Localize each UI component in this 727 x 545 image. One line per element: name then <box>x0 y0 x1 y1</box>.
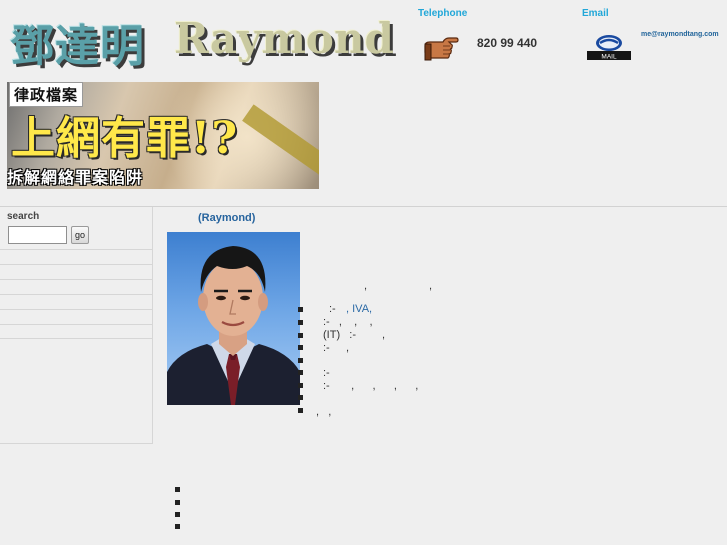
search-go-button[interactable]: go <box>71 226 89 244</box>
phone-number[interactable]: 820 99 440 <box>477 36 537 50</box>
bio-fragment: :- , , , <box>323 316 373 328</box>
profile-title: (Raymond) <box>198 212 256 224</box>
bio-fragment: , <box>429 280 433 292</box>
site-logo[interactable]: 鄧達明 Raymond <box>10 10 394 72</box>
email-address-link[interactable]: me@raymondtang.com <box>641 31 719 38</box>
sidebar-divider <box>0 264 152 265</box>
banner-bottom-caption: 拆解網絡罪案陷阱 <box>7 168 144 187</box>
list-bullet <box>298 345 303 350</box>
banner-headline: 上網有罪!? <box>11 113 239 164</box>
profile-photo <box>167 232 300 405</box>
sidebar-divider <box>0 294 152 295</box>
list-bullet <box>298 320 303 325</box>
bio-fragment: :- <box>323 342 330 354</box>
list-bullet <box>175 487 180 492</box>
logo-english-name: Raymond <box>174 14 394 63</box>
logo-chinese-name: 鄧達明 <box>10 21 145 72</box>
bio-fragment: , , <box>316 406 332 418</box>
list-bullet <box>298 370 303 375</box>
list-bullet <box>175 524 180 529</box>
bio-fragment: , <box>364 280 368 292</box>
bio-fragment: :- , , , , <box>323 380 419 392</box>
bio-fragment: :- <box>323 367 330 379</box>
bio-fragment: , IVA, <box>346 303 373 315</box>
list-bullet <box>298 395 303 400</box>
list-bullet <box>298 408 303 413</box>
bio-fragment: , <box>346 342 350 354</box>
mail-icon-text: MAIL <box>601 54 617 61</box>
list-bullet <box>175 500 180 505</box>
sidebar-divider <box>0 309 152 310</box>
bio-fragment: :- <box>329 303 336 315</box>
sidebar-divider <box>0 279 152 280</box>
pointing-hand-icon <box>423 34 459 62</box>
bio-fragment: , <box>382 329 386 341</box>
search-input[interactable] <box>8 226 67 244</box>
sidebar-divider <box>0 338 152 339</box>
list-bullet <box>298 307 303 312</box>
bio-fragment: (IT) :- <box>323 329 356 341</box>
email-label: Email <box>582 8 609 19</box>
list-bullet <box>298 383 303 388</box>
search-label: search <box>7 211 40 222</box>
promo-banner[interactable]: 律政檔案 上網有罪!? 拆解網絡罪案陷阱 <box>7 82 319 189</box>
list-bullet <box>298 333 303 338</box>
list-bullet <box>298 358 303 363</box>
telephone-label: Telephone <box>418 8 468 19</box>
email-icon[interactable]: MAIL <box>586 34 632 61</box>
list-bullet <box>175 512 180 517</box>
sidebar-divider <box>0 249 152 250</box>
sidebar-divider <box>0 324 152 325</box>
